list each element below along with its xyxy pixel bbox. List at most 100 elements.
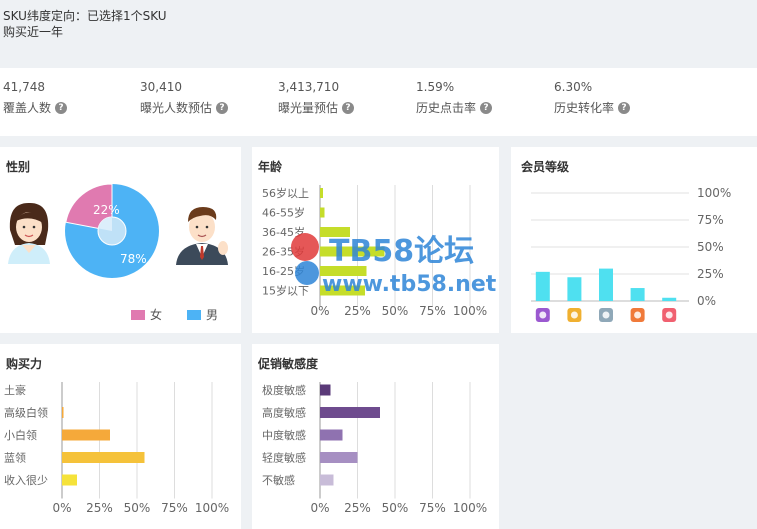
category-label: 26-35岁 <box>262 245 305 259</box>
bar[interactable] <box>320 474 334 486</box>
bar[interactable] <box>320 188 323 198</box>
stat-value: 3,413,710 <box>278 80 340 94</box>
help-icon[interactable]: ? <box>55 101 68 114</box>
category-label: 土豪 <box>4 383 26 397</box>
x-tick-label: 100% <box>195 501 229 515</box>
x-tick-label: 25% <box>344 304 371 318</box>
promo-sensitivity-card: 促销敏感度 0% 25% 50% 75% 100% 极度敏感 高度敏感 中度敏感 轻度敏感 不敏感 <box>252 344 499 529</box>
bar[interactable] <box>62 452 145 463</box>
stat-label: 曝光量预估 <box>278 101 339 115</box>
y-tick-label: 50% <box>697 240 724 254</box>
gold-member-icon-glyph <box>570 311 578 319</box>
stat-value: 6.30% <box>554 80 593 94</box>
y-tick-label: 25% <box>697 267 724 281</box>
stat-coverage: 41,748 覆盖人数? <box>3 80 68 116</box>
female-pct-label: 22% <box>93 203 120 217</box>
age-chart: 0% 25% 50% 75% 100% 56岁以上 46-55岁 36-45岁 26-35岁 16… <box>262 185 487 318</box>
age-card: 年龄 0% 25% 50% 75% 100% 56岁以上 46-55岁 36-45岁 26-35… <box>252 147 499 333</box>
x-tick-label: 50% <box>382 501 409 515</box>
bar[interactable] <box>567 277 582 301</box>
targeting-header: SKU纬度定向：已选择1个SKU 购买近一年 <box>0 0 757 46</box>
x-tick-label: 75% <box>161 501 188 515</box>
x-tick-label: 100% <box>453 304 487 318</box>
bar[interactable] <box>320 452 358 463</box>
bar[interactable] <box>662 297 677 301</box>
bar[interactable] <box>320 246 385 257</box>
bar[interactable] <box>320 227 350 237</box>
legend-label-male: 男 <box>206 308 219 322</box>
legend-label-female: 女 <box>150 308 163 322</box>
y-tick-label: 75% <box>697 213 724 227</box>
bar[interactable] <box>62 474 77 486</box>
bar[interactable] <box>320 407 380 418</box>
x-tick-label: 25% <box>86 501 113 515</box>
category-label: 高度敏感 <box>262 406 306 420</box>
stat-ctr: 1.59% 历史点击率? <box>416 80 493 116</box>
y-tick-label: 0% <box>697 294 716 308</box>
x-tick-label: 0% <box>310 304 329 318</box>
gender-card: 性别 22% 78% 女 男 <box>0 147 241 333</box>
bar[interactable] <box>320 207 325 218</box>
legend-swatch-male <box>187 309 201 320</box>
category-label: 收入很少 <box>4 473 48 487</box>
x-tick-label: 50% <box>382 304 409 318</box>
x-tick-label: 75% <box>419 304 446 318</box>
stat-label: 历史点击率 <box>416 101 477 115</box>
x-tick-label: 25% <box>344 501 371 515</box>
male-avatar-icon <box>176 207 228 265</box>
promo-chart: 0% 25% 50% 75% 100% 极度敏感高度敏感中度敏感轻度敏感不敏感 <box>262 382 487 515</box>
category-label: 46-55岁 <box>262 206 305 220</box>
category-label: 极度敏感 <box>262 383 306 397</box>
category-label: 不敏感 <box>262 473 295 487</box>
x-tick-label: 50% <box>124 501 151 515</box>
x-tick-label: 100% <box>453 501 487 515</box>
purchase-period-text: 购买近一年 <box>3 25 64 39</box>
bar[interactable] <box>599 268 613 301</box>
sku-targeting-text: SKU纬度定向：已选择1个SKU <box>3 9 167 23</box>
help-icon[interactable]: ? <box>342 101 355 114</box>
registered-member-icon-glyph <box>665 311 673 319</box>
stat-value: 41,748 <box>3 80 45 94</box>
diamond-member-icon-glyph <box>539 311 547 319</box>
help-icon[interactable]: ? <box>480 101 493 114</box>
bar[interactable] <box>320 384 331 396</box>
category-label: 15岁以下 <box>262 284 309 298</box>
bronze-member-icon-glyph <box>634 311 642 319</box>
bar[interactable] <box>62 407 64 418</box>
stat-exposure-people: 30,410 曝光人数预估? <box>140 80 229 116</box>
silver-member-icon-glyph <box>602 311 610 319</box>
member-level-card: 会员等级 100% 75% 50% 25% 0% <box>511 147 757 333</box>
category-label: 高级白领 <box>4 406 48 420</box>
bar[interactable] <box>320 266 367 276</box>
gender-pie: 22% 78% <box>65 183 159 278</box>
bar[interactable] <box>62 429 110 441</box>
category-label: 轻度敏感 <box>262 451 306 465</box>
bar[interactable] <box>535 271 550 301</box>
stat-exposure-volume: 3,413,710 曝光量预估? <box>278 80 355 116</box>
y-tick-label: 100% <box>697 186 731 200</box>
stat-cvr: 6.30% 历史转化率? <box>554 80 631 116</box>
female-avatar-icon <box>8 202 50 264</box>
male-pct-label: 78% <box>120 252 147 266</box>
stat-label: 历史转化率 <box>554 101 615 115</box>
category-label: 蓝领 <box>4 452 26 465</box>
bar[interactable] <box>630 288 645 301</box>
stat-value: 30,410 <box>140 80 182 94</box>
x-tick-label: 0% <box>310 501 329 515</box>
help-icon[interactable]: ? <box>216 101 229 114</box>
category-label: 中度敏感 <box>262 428 306 442</box>
legend-female: 女 <box>131 306 162 323</box>
x-tick-label: 0% <box>52 501 71 515</box>
legend-swatch-female <box>131 309 145 320</box>
category-label: 小白领 <box>4 428 37 442</box>
bar[interactable] <box>320 429 343 441</box>
purchase-chart: 0% 25% 50% 75% 100% 土豪高级白领小白领蓝领收入很少 <box>4 382 229 515</box>
stat-value: 1.59% <box>416 80 455 94</box>
help-icon[interactable]: ? <box>618 101 631 114</box>
bar[interactable] <box>320 285 365 296</box>
purchase-power-card: 购买力 0% 25% 50% 75% 100% 土豪 高级白领 小白领 蓝领 收入很少 <box>0 344 241 529</box>
member-chart: 100% 75% 50% 25% 0% <box>531 186 731 322</box>
category-label: 36-45岁 <box>262 225 305 239</box>
stat-label: 覆盖人数 <box>3 101 52 115</box>
x-tick-label: 75% <box>419 501 446 515</box>
